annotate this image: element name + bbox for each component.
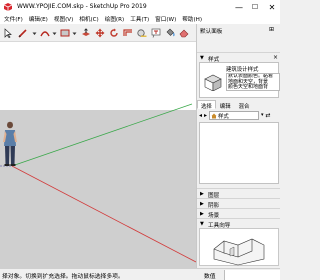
- ground-area: [0, 110, 196, 268]
- menu-camera[interactable]: 相机(C): [79, 15, 98, 23]
- window-title: WWW.YPOJIE.COM.skp - SketchUp Pro 2019: [17, 3, 147, 10]
- instructor-section-header[interactable]: ▼ 工具向导: [197, 218, 280, 229]
- expand-right-arrow-icon: ▶: [200, 191, 204, 197]
- menu-bar: 文件(F) 编辑(E) 视图(V) 相机(C) 绘图(R) 工具(T) 窗口(W…: [0, 14, 280, 24]
- tab-mix[interactable]: 混合: [235, 100, 254, 110]
- arc-tool-icon[interactable]: [39, 27, 51, 39]
- arc-tool-dropdown-icon[interactable]: [51, 27, 57, 39]
- combo-dropdown-icon[interactable]: ▾: [261, 112, 264, 118]
- menu-help[interactable]: 帮助(H): [182, 15, 202, 23]
- tray-title: 默认面板: [200, 29, 223, 35]
- style-name: 建筑设计样式: [226, 67, 259, 73]
- style-library-select[interactable]: 样式: [209, 110, 260, 120]
- tape-measure-tool-icon[interactable]: [136, 27, 148, 39]
- rectangle-tool-icon[interactable]: [59, 27, 71, 39]
- sky-area: [0, 42, 196, 110]
- line-tool-icon[interactable]: [17, 27, 29, 39]
- move-tool-icon[interactable]: [94, 27, 106, 39]
- modeling-viewport[interactable]: [0, 42, 196, 268]
- instructor-illustration: [213, 238, 265, 266]
- menu-tools[interactable]: 工具(T): [130, 15, 149, 23]
- style-description: 默认表面颜色。黏着 地面和天空，背景 颜色天空和地面背: [226, 73, 280, 91]
- menu-window[interactable]: 窗口(W): [155, 15, 176, 23]
- style-library-row: ◂ ▸ 样式 ▾ ⇄: [199, 110, 279, 120]
- close-section-icon[interactable]: ×: [273, 54, 278, 61]
- main-toolbar: [0, 24, 196, 42]
- status-hint: 择对象。切换到扩充选择。拖动鼠标选择多项。: [2, 274, 124, 280]
- select-tool-icon[interactable]: [2, 27, 14, 39]
- text-tool-icon[interactable]: [150, 27, 162, 39]
- style-library-value: 样式: [218, 113, 229, 120]
- viewport-canvas[interactable]: [0, 42, 196, 268]
- expand-down-arrow-icon: ▼: [200, 55, 204, 61]
- expand-right-arrow-icon: ▶: [200, 201, 204, 207]
- instructor-preview: [199, 228, 279, 266]
- forward-arrow-icon[interactable]: ▸: [204, 112, 207, 119]
- tab-select[interactable]: 选择: [197, 100, 216, 110]
- rectangle-tool-dropdown-icon[interactable]: [71, 27, 77, 39]
- menu-view[interactable]: 视图(V): [54, 15, 73, 23]
- scenes-section-header[interactable]: ▶ 场景: [197, 208, 280, 219]
- pin-icon[interactable]: ⊞: [269, 26, 278, 34]
- close-button[interactable]: ✕: [264, 0, 280, 14]
- styles-section-header[interactable]: ▼ 样式 ×: [197, 52, 280, 63]
- status-bar: 择对象。切换到扩充选择。拖动鼠标选择多项。 数值: [0, 268, 280, 280]
- menu-file[interactable]: 文件(F): [4, 15, 23, 23]
- sketchup-app-icon[interactable]: [3, 2, 13, 12]
- style-card: 建筑设计样式 默认表面颜色。黏着 地面和天空，背景 颜色天空和地面背: [199, 62, 280, 98]
- push-pull-tool-icon[interactable]: [80, 27, 92, 39]
- expand-right-arrow-icon: ▶: [200, 211, 204, 217]
- title-bar: WWW.YPOJIE.COM.skp - SketchUp Pro 2019 —…: [0, 0, 280, 14]
- line-tool-dropdown-icon[interactable]: [31, 27, 37, 39]
- style-thumbnail-icon: [204, 74, 222, 91]
- default-tray: 默认面板 ⊞ ▼ 样式 × 建筑设计样式 默认表面颜色。黏着 地面和天空，背景 …: [196, 24, 280, 268]
- measurement-label: 数值: [204, 274, 216, 280]
- home-icon: [211, 113, 217, 118]
- styles-tab-row: 选择 编辑 混合: [197, 100, 280, 110]
- expand-down-arrow-icon: ▼: [200, 221, 204, 227]
- shadows-section-header[interactable]: ▶ 阴影: [197, 198, 280, 209]
- rotate-tool-icon[interactable]: [108, 27, 120, 39]
- layers-section-header[interactable]: ▶ 图层: [197, 188, 280, 199]
- style-list[interactable]: [199, 122, 279, 184]
- eraser-tool-icon[interactable]: [178, 27, 190, 39]
- paint-bucket-tool-icon[interactable]: [164, 27, 176, 39]
- menu-draw[interactable]: 绘图(R): [105, 15, 124, 23]
- maximize-button[interactable]: ☐: [247, 0, 263, 14]
- tab-edit[interactable]: 编辑: [216, 100, 235, 110]
- offset-tool-icon[interactable]: [122, 27, 134, 39]
- minimize-button[interactable]: —: [231, 0, 247, 14]
- back-arrow-icon[interactable]: ◂: [199, 112, 202, 119]
- measurement-input[interactable]: [224, 270, 280, 280]
- details-icon[interactable]: ⇄: [266, 112, 271, 119]
- menu-edit[interactable]: 编辑(E): [29, 15, 48, 23]
